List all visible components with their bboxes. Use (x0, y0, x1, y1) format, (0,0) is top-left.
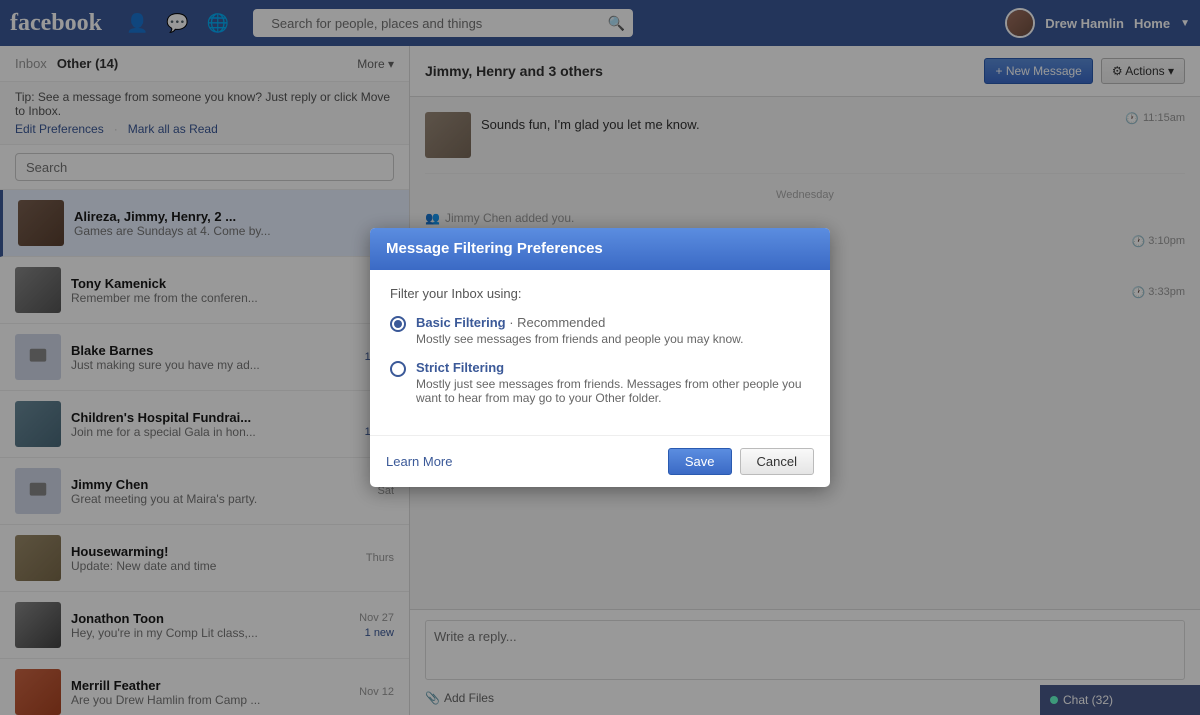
learn-more-link[interactable]: Learn More (386, 454, 452, 469)
modal-header: Message Filtering Preferences (370, 228, 830, 270)
basic-filtering-label: Basic Filtering · Recommended (416, 315, 744, 330)
modal-title: Message Filtering Preferences (386, 240, 603, 257)
strict-filtering-label: Strict Filtering (416, 360, 810, 375)
modal-overlay: Message Filtering Preferences Filter you… (0, 0, 1200, 715)
modal-footer: Learn More Save Cancel (370, 435, 830, 487)
basic-filtering-option[interactable]: Basic Filtering · Recommended Mostly see… (390, 315, 810, 346)
modal-subtitle: Filter your Inbox using: (390, 286, 810, 301)
strict-filtering-label-group: Strict Filtering Mostly just see message… (416, 360, 810, 405)
basic-filtering-label-group: Basic Filtering · Recommended Mostly see… (416, 315, 744, 346)
modal-buttons: Save Cancel (668, 448, 814, 475)
modal-save-button[interactable]: Save (668, 448, 732, 475)
modal-cancel-button[interactable]: Cancel (740, 448, 814, 475)
strict-filtering-radio[interactable] (390, 361, 406, 377)
modal-dialog: Message Filtering Preferences Filter you… (370, 228, 830, 487)
basic-filtering-radio[interactable] (390, 316, 406, 332)
basic-filtering-desc: Mostly see messages from friends and peo… (416, 332, 744, 346)
modal-body: Filter your Inbox using: Basic Filtering… (370, 270, 830, 435)
strict-filtering-desc: Mostly just see messages from friends. M… (416, 377, 810, 405)
strict-filtering-option[interactable]: Strict Filtering Mostly just see message… (390, 360, 810, 405)
